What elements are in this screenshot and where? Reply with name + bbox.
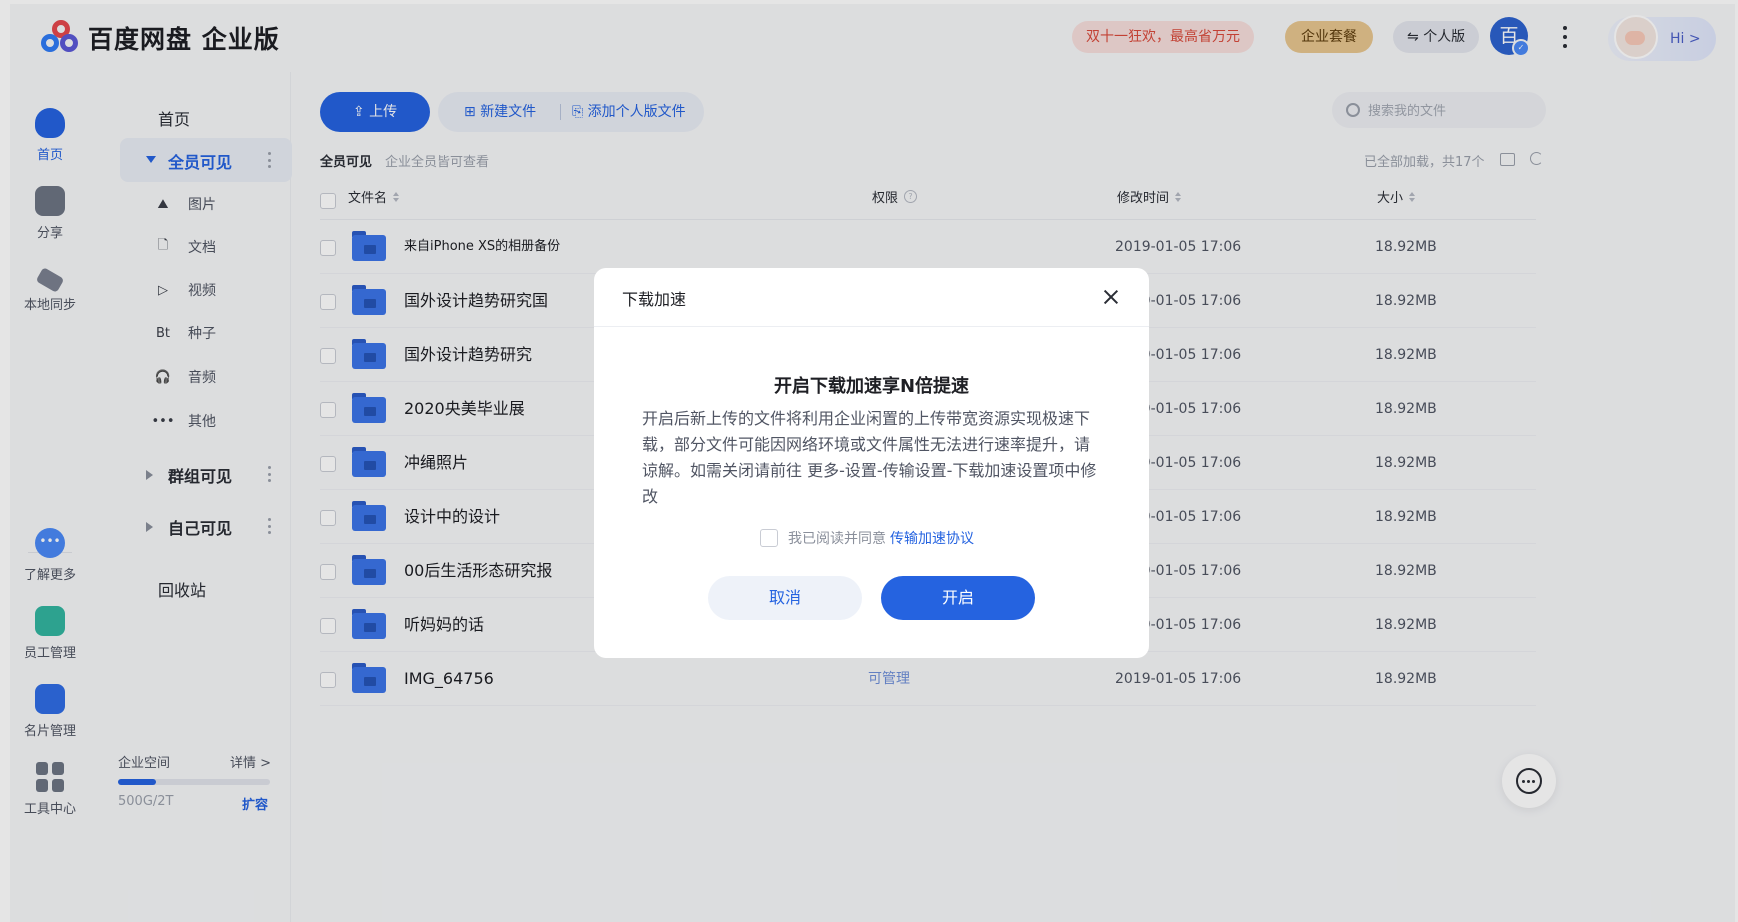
agreement-link[interactable]: 传输加速协议 [890, 528, 974, 548]
enable-button[interactable]: 开启 [881, 576, 1035, 620]
agree-checkbox[interactable] [760, 529, 778, 547]
agreement-row: 我已阅读并同意 传输加速协议 [760, 528, 974, 548]
dialog-heading: 开启下载加速享N倍提速 [773, 376, 970, 397]
dialog-body-text: 开启后新上传的文件将利用企业闲置的上传带宽资源实现极速下载，部分文件可能因网络环… [642, 409, 1097, 506]
close-icon[interactable] [1102, 288, 1120, 306]
dialog-divider [594, 326, 1149, 327]
agree-text: 我已阅读并同意 [788, 531, 886, 547]
dialog-title: 下载加速 [622, 290, 687, 309]
download-accel-dialog: 下载加速 开启下载加速享N倍提速 开启后新上传的文件将利用企业闲置的上传带宽资源… [594, 268, 1149, 658]
cancel-button[interactable]: 取消 [708, 576, 862, 620]
